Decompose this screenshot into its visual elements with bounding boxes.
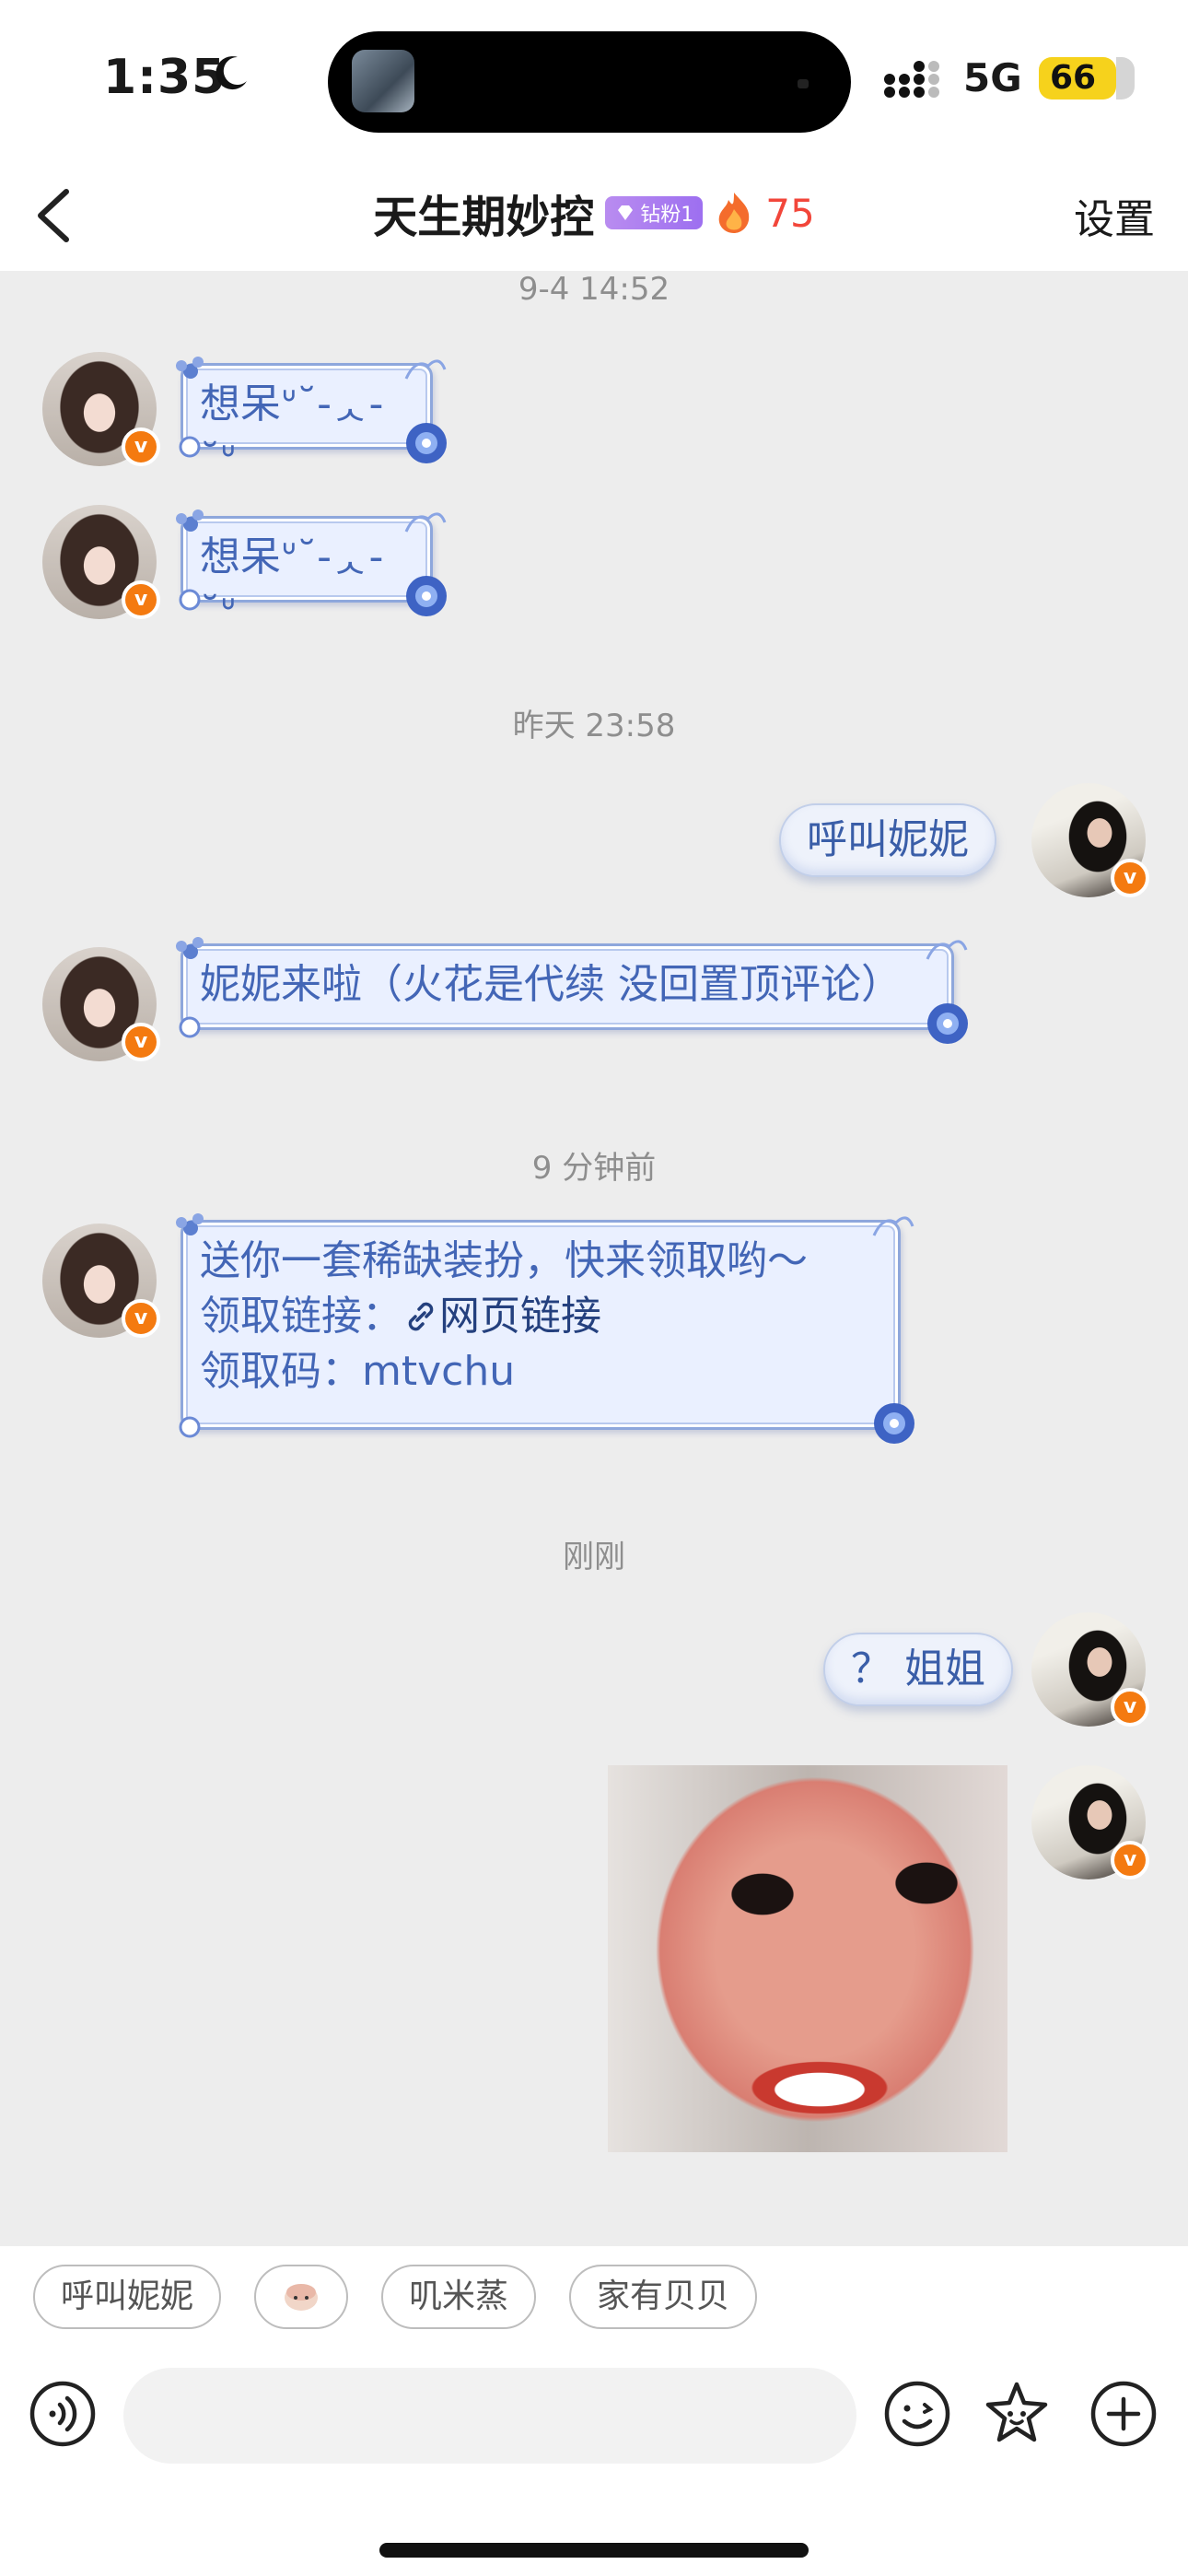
- message-bubble[interactable]: 妮妮来啦（火花是代续 没回置顶评论）: [176, 937, 968, 1044]
- cloud-ornament-icon: [926, 940, 968, 960]
- quick-reply-chip[interactable]: 呼叫妮妮: [33, 2265, 221, 2329]
- image-message[interactable]: [608, 1765, 1007, 2152]
- flower-ornament-icon: [176, 357, 204, 379]
- message-bubble[interactable]: 想呆ᐡ˘-ᆺ-˘ᐡ: [176, 357, 447, 483]
- message-text: 妮妮来啦（火花是代续 没回置顶评论）: [200, 961, 902, 1008]
- porcelain-flower-icon: [406, 576, 447, 616]
- my-avatar[interactable]: v: [1031, 783, 1149, 897]
- dynamic-island[interactable]: [328, 31, 851, 133]
- skull-ornament-icon: [179, 1416, 201, 1438]
- add-more-icon[interactable]: [1089, 2379, 1159, 2449]
- settings-button[interactable]: 设置: [1074, 186, 1155, 245]
- message-text: 想呆ᐡ˘-ᆺ-˘ᐡ: [200, 381, 384, 483]
- emoji-icon[interactable]: [882, 2379, 952, 2449]
- timestamp: 昨天 23:58: [512, 708, 676, 744]
- now-playing-thumbnail: [352, 50, 414, 112]
- flower-ornament-icon: [176, 937, 204, 959]
- chat-area[interactable]: 9-4 14:52 v 想呆ᐡ˘-ᆺ-˘ᐡ v 想呆ᐡ˘-ᆺ-˘ᐡ 昨天 23:…: [0, 271, 1188, 2246]
- porcelain-flower-icon: [927, 1003, 968, 1044]
- verified-badge: v: [1111, 859, 1149, 897]
- fan-level-badge[interactable]: 钻粉1: [605, 196, 704, 229]
- quick-reply-bar: 呼叫妮妮 叽米蒸 家有贝贝: [0, 2246, 1188, 2348]
- message-line: 领取链接： 网页链接: [200, 1289, 881, 1344]
- sticker-star-icon[interactable]: [982, 2379, 1052, 2449]
- cloud-ornament-icon: [872, 1216, 914, 1236]
- timestamp: 9 分钟前: [531, 1150, 657, 1187]
- timestamp: 刚刚: [563, 1539, 625, 1575]
- verified-badge: v: [122, 580, 160, 619]
- network-type: 5G: [963, 55, 1022, 100]
- quick-reply-chip[interactable]: 家有贝贝: [569, 2265, 757, 2329]
- moon-icon: [215, 56, 247, 90]
- voice-input-icon[interactable]: [28, 2379, 98, 2449]
- skull-ornament-icon: [179, 436, 201, 458]
- link-icon: [408, 1302, 434, 1331]
- nav-title-area: 天生期妙控 钻粉1 75: [0, 181, 1188, 247]
- cloud-ornament-icon: [404, 512, 447, 533]
- message-text: 想呆ᐡ˘-ᆺ-˘ᐡ: [200, 533, 384, 636]
- input-bar: [0, 2348, 1188, 2576]
- contact-avatar[interactable]: v: [42, 1224, 160, 1338]
- web-link[interactable]: 网页链接: [439, 1293, 601, 1340]
- home-indicator[interactable]: [379, 2543, 809, 2558]
- skull-ornament-icon: [179, 1016, 201, 1038]
- verified-badge: v: [122, 427, 160, 466]
- flower-ornament-icon: [176, 509, 204, 532]
- contact-avatar[interactable]: v: [42, 947, 160, 1061]
- verified-badge: v: [122, 1299, 160, 1338]
- message-text: 领取码：mtvchu: [200, 1348, 516, 1395]
- status-bar: 1:35 5G 66: [0, 0, 1188, 157]
- message-text: ？ 姐姐: [851, 1645, 985, 1692]
- skull-ornament-icon: [179, 589, 201, 611]
- battery-indicator: 66: [1039, 57, 1135, 100]
- sticker-icon: [285, 2284, 318, 2311]
- quick-reply-chip[interactable]: 叽米蒸: [381, 2265, 536, 2329]
- porcelain-flower-icon: [406, 423, 447, 463]
- message-bubble[interactable]: 想呆ᐡ˘-ᆺ-˘ᐡ: [176, 509, 447, 636]
- status-time: 1:35: [103, 50, 227, 105]
- porcelain-flower-icon: [874, 1403, 914, 1444]
- my-avatar[interactable]: v: [1031, 1765, 1149, 1879]
- message-text: 送你一套稀缺装扮，快来领取哟～: [200, 1237, 808, 1284]
- chat-title[interactable]: 天生期妙控: [373, 181, 594, 245]
- spark-flame-icon: [718, 193, 750, 233]
- contact-avatar[interactable]: v: [42, 505, 160, 619]
- signal-icon: [884, 61, 939, 98]
- my-message-bubble[interactable]: 呼叫妮妮: [779, 803, 996, 877]
- quick-reply-sticker-chip[interactable]: [254, 2265, 348, 2329]
- message-text: 呼叫妮妮: [807, 816, 969, 863]
- spark-count: 75: [765, 190, 815, 236]
- message-input[interactable]: [123, 2368, 856, 2464]
- cloud-ornament-icon: [404, 359, 447, 380]
- my-message-bubble[interactable]: ？ 姐姐: [823, 1633, 1013, 1706]
- message-bubble[interactable]: 送你一套稀缺装扮，快来领取哟～ 领取链接： 网页链接 领取码：mtvchu: [176, 1213, 914, 1444]
- verified-badge: v: [1111, 1841, 1149, 1879]
- link-label: 领取链接：: [200, 1293, 402, 1340]
- verified-badge: v: [1111, 1688, 1149, 1727]
- island-indicator: [798, 79, 809, 88]
- fan-level-label: 钻粉1: [640, 204, 694, 227]
- diamond-icon: [618, 205, 634, 220]
- my-avatar[interactable]: v: [1031, 1612, 1149, 1727]
- verified-badge: v: [122, 1023, 160, 1061]
- nav-bar: 天生期妙控 钻粉1 75 设置: [0, 157, 1188, 271]
- timestamp: 9-4 14:52: [518, 271, 670, 308]
- flower-ornament-icon: [176, 1213, 204, 1235]
- contact-avatar[interactable]: v: [42, 352, 160, 466]
